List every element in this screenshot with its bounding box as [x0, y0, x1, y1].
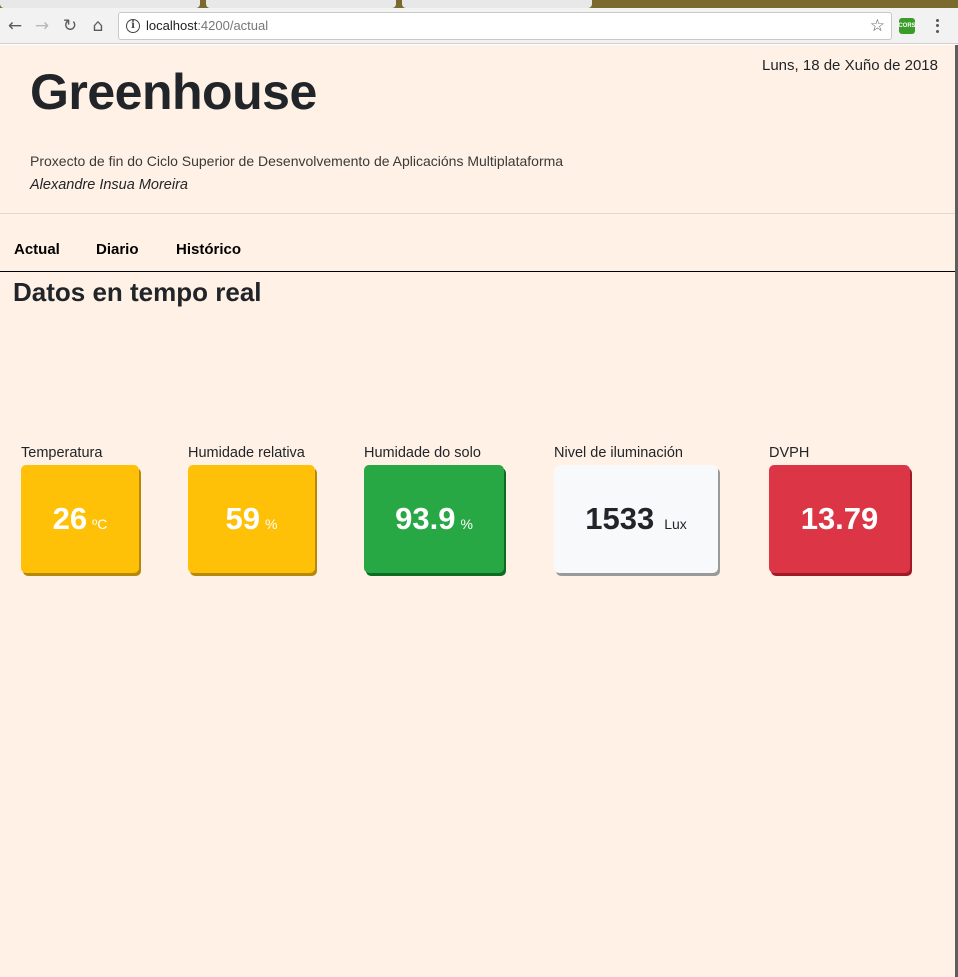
reload-icon[interactable]: ↻	[59, 15, 81, 37]
page-title: Greenhouse	[30, 64, 317, 120]
sensor-value: 59	[225, 501, 261, 536]
url-host: localhost	[146, 18, 198, 33]
sensor-value: 1533	[585, 501, 655, 536]
sensor-value-box: 1533 Lux	[554, 465, 718, 573]
url-path: :4200/actual	[197, 18, 269, 33]
sensor-label: Humidade do solo	[364, 445, 481, 461]
section-title: Datos en tempo real	[13, 277, 262, 307]
sensor-label: Nivel de iluminación	[554, 445, 683, 461]
nav-item-actual[interactable]: Actual	[14, 241, 60, 258]
page-content: Luns, 18 de Xuño de 2018 Greenhouse Prox…	[0, 45, 955, 977]
sensor-value: 26	[52, 501, 88, 536]
cors-extension-icon[interactable]: CORS	[898, 18, 916, 34]
sensor-unit: %	[460, 516, 473, 532]
sensor-value: 13.79	[800, 501, 879, 536]
browser-tab[interactable]	[206, 0, 396, 8]
back-icon[interactable]: ←	[4, 15, 26, 37]
sensor-dvph: DVPH 13.79	[769, 445, 910, 573]
sensor-unit: ºC	[92, 516, 108, 532]
sensor-label: Humidade relativa	[188, 445, 305, 461]
sensor-value-box: 13.79	[769, 465, 910, 573]
tab-strip	[0, 0, 958, 8]
sensor-label: Temperatura	[21, 445, 103, 461]
sensor-value: 93.9	[395, 501, 456, 536]
sensor-label: DVPH	[769, 445, 810, 461]
address-bar[interactable]: i localhost:4200/actual ☆	[118, 12, 892, 40]
current-date: Luns, 18 de Xuño de 2018	[762, 57, 938, 74]
forward-icon[interactable]: →	[31, 15, 53, 37]
author-name: Alexandre Insua Moreira	[30, 177, 188, 193]
info-icon[interactable]: i	[126, 19, 140, 33]
browser-tab[interactable]	[402, 0, 592, 8]
browser-toolbar: ← → ↻ ⌂ i localhost:4200/actual ☆ CORS	[0, 8, 958, 44]
nav-item-historico[interactable]: Histórico	[176, 241, 241, 258]
home-icon[interactable]: ⌂	[87, 15, 109, 37]
sensor-illumination: Nivel de iluminación 1533 Lux	[554, 445, 718, 573]
sensor-temperature: Temperatura 26 ºC	[21, 445, 139, 573]
sensor-relative-humidity: Humidade relativa 59 %	[188, 445, 315, 573]
header-divider	[0, 213, 955, 214]
sensor-unit: %	[265, 516, 278, 532]
url-text[interactable]: localhost:4200/actual	[146, 18, 268, 33]
sensor-value-box: 93.9 %	[364, 465, 504, 573]
nav-item-diario[interactable]: Diario	[96, 241, 139, 258]
star-icon[interactable]: ☆	[870, 16, 885, 36]
sensor-value-box: 26 ºC	[21, 465, 139, 573]
browser-tab[interactable]	[0, 0, 200, 8]
sensor-unit: Lux	[664, 516, 687, 532]
sensor-soil-humidity: Humidade do solo 93.9 %	[364, 445, 504, 573]
page-subtitle: Proxecto de fin do Ciclo Superior de Des…	[30, 153, 564, 169]
menu-icon[interactable]	[929, 16, 945, 36]
sensor-value-box: 59 %	[188, 465, 315, 573]
nav-divider	[0, 271, 955, 272]
